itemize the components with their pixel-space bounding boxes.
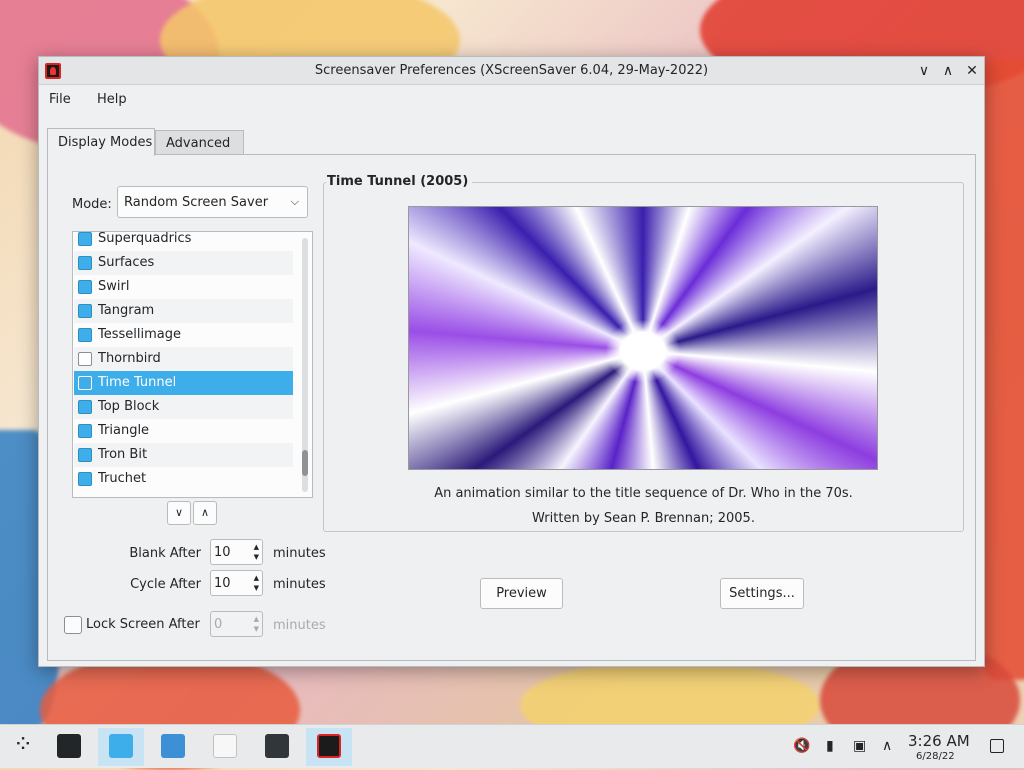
spin-up-icon[interactable]: ▲	[254, 574, 259, 582]
clock-date[interactable]: 6/28/22	[916, 751, 955, 762]
show-desktop-button[interactable]	[990, 739, 1004, 753]
checkbox[interactable]	[78, 352, 92, 366]
menu-file[interactable]: File	[49, 92, 71, 107]
list-scrollbar[interactable]	[302, 238, 308, 492]
mode-dropdown[interactable]: Random Screen Saver ⌵	[117, 186, 308, 218]
minimize-button[interactable]: ∨	[914, 61, 934, 81]
checkbox[interactable]	[78, 256, 92, 270]
checkbox[interactable]	[78, 424, 92, 438]
mode-value: Random Screen Saver	[124, 195, 269, 210]
checkbox[interactable]	[78, 472, 92, 486]
list-item[interactable]: Tessellimage	[74, 323, 293, 347]
preview-group-title: Time Tunnel (2005)	[326, 174, 473, 189]
checkbox[interactable]	[78, 376, 92, 390]
taskbar-launcher[interactable]	[0, 728, 46, 766]
spin-up-icon[interactable]: ▲	[254, 543, 259, 551]
title-bar[interactable]: Screensaver Preferences (XScreenSaver 6.…	[39, 57, 984, 85]
checkbox[interactable]	[78, 232, 92, 246]
list-item[interactable]: Tron Bit	[74, 443, 293, 467]
chevron-up-icon[interactable]: ∧	[882, 738, 892, 754]
list-item-selected[interactable]: Time Tunnel	[74, 371, 293, 395]
checkbox[interactable]	[78, 280, 92, 294]
list-item[interactable]: Thornbird	[74, 347, 293, 371]
list-item[interactable]: Surfaces	[74, 251, 293, 275]
list-item[interactable]: Top Block	[74, 395, 293, 419]
chevron-up-icon: ∧	[200, 506, 210, 519]
list-item[interactable]: Superquadrics	[74, 232, 293, 251]
cycle-after-value: 10	[214, 576, 231, 591]
lock-after-unit: minutes	[273, 618, 326, 633]
spin-down-icon[interactable]: ▼	[254, 584, 259, 592]
blank-after-value: 10	[214, 545, 231, 560]
text-editor-icon	[213, 734, 237, 758]
lock-after-value: 0	[214, 617, 223, 632]
taskbar-xscreensaver[interactable]	[306, 728, 352, 766]
taskbar-text-editor[interactable]	[202, 728, 248, 766]
blank-after-unit: minutes	[273, 546, 326, 561]
cycle-after-label: Cycle After	[130, 577, 201, 592]
saver-description: An animation similar to the title sequen…	[434, 486, 853, 501]
network-icon[interactable]: ▣	[853, 738, 866, 754]
screensaver-preferences-window: Screensaver Preferences (XScreenSaver 6.…	[38, 56, 985, 667]
taskbar-terminal[interactable]	[254, 728, 300, 766]
blank-after-spinbox[interactable]: 10 ▲ ▼	[210, 539, 263, 565]
lock-screen-checkbox[interactable]	[64, 616, 82, 634]
spin-up-icon: ▲	[253, 615, 259, 623]
chevron-down-icon: ∨	[174, 506, 184, 519]
blank-after-label: Blank After	[129, 546, 201, 561]
screensaver-list[interactable]: Superquadrics Surfaces Swirl Tangram Tes…	[72, 231, 313, 498]
folder-icon	[161, 734, 185, 758]
settings-button[interactable]: Settings...	[720, 578, 804, 609]
cycle-after-unit: minutes	[273, 577, 326, 592]
previous-saver-button[interactable]: ∧	[193, 501, 217, 525]
checkbox[interactable]	[78, 304, 92, 318]
list-item[interactable]: Triangle	[74, 419, 293, 443]
screensaver-preview-image	[408, 206, 878, 470]
store-icon	[109, 734, 133, 758]
cycle-after-spinbox[interactable]: 10 ▲ ▼	[210, 570, 263, 596]
settings-icon	[57, 734, 81, 758]
checkbox[interactable]	[78, 400, 92, 414]
lock-screen-label: Lock Screen After	[86, 617, 200, 632]
scrollbar-thumb[interactable]	[302, 450, 308, 476]
preview-group: Time Tunnel (2005) An animation similar …	[323, 174, 964, 532]
xscreensaver-icon	[317, 734, 341, 758]
display-modes-pane: Mode: Random Screen Saver ⌵ Superquadric…	[47, 154, 976, 661]
spin-down-icon: ▼	[253, 625, 259, 633]
menu-bar: File Help	[39, 85, 984, 115]
lock-after-spinbox[interactable]: 0 ▲ ▼	[210, 611, 263, 637]
taskbar-discover[interactable]	[98, 728, 144, 766]
taskbar: 🔇 ▮ ▣ ∧ 3:26 AM 6/28/22	[0, 724, 1024, 768]
preview-button[interactable]: Preview	[480, 578, 563, 609]
menu-help[interactable]: Help	[97, 92, 127, 107]
list-item[interactable]: Swirl	[74, 275, 293, 299]
list-item[interactable]: Truchet	[74, 467, 293, 491]
window-title: Screensaver Preferences (XScreenSaver 6.…	[314, 63, 709, 78]
spin-down-icon[interactable]: ▼	[254, 553, 259, 561]
taskbar-system-settings[interactable]	[46, 728, 92, 766]
clock-time[interactable]: 3:26 AM	[908, 732, 970, 750]
launcher-icon	[11, 730, 35, 758]
mode-label: Mode:	[72, 197, 112, 212]
list-item[interactable]: Tangram	[74, 299, 293, 323]
next-saver-button[interactable]: ∨	[167, 501, 191, 525]
checkbox[interactable]	[78, 328, 92, 342]
tab-advanced[interactable]: Advanced	[155, 130, 244, 155]
usb-icon[interactable]: ▮	[826, 738, 834, 754]
saver-credit: Written by Sean P. Brennan; 2005.	[532, 511, 755, 526]
chevron-down-icon: ⌵	[290, 195, 299, 208]
checkbox[interactable]	[78, 448, 92, 462]
volume-muted-icon[interactable]: 🔇	[793, 738, 810, 754]
terminal-icon	[265, 734, 289, 758]
taskbar-files[interactable]	[150, 728, 196, 766]
close-button[interactable]: ✕	[962, 61, 982, 81]
tab-display-modes[interactable]: Display Modes	[47, 128, 155, 156]
maximize-button[interactable]: ∧	[938, 61, 958, 81]
